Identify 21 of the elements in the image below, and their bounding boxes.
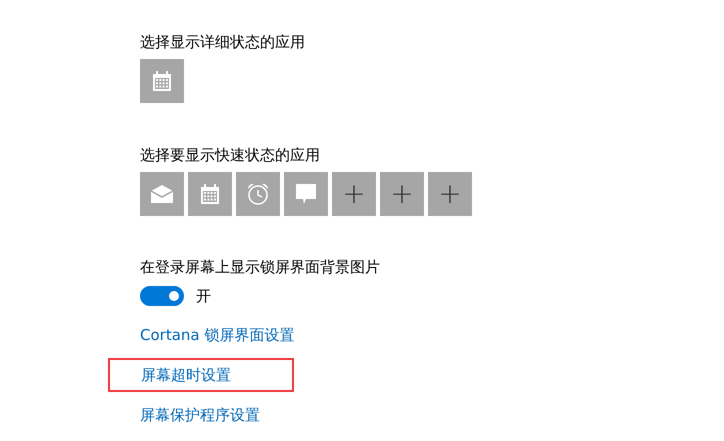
envelope-icon [150, 184, 174, 204]
app-tile[interactable] [140, 59, 184, 103]
app-tile[interactable] [188, 172, 232, 216]
app-tile[interactable] [140, 172, 184, 216]
add-button[interactable]: + [428, 172, 472, 216]
section-label: 选择显示详细状态的应用 [140, 32, 305, 53]
toggle-state-text: 开 [196, 286, 211, 306]
add-button[interactable]: + [332, 172, 376, 216]
settings-link[interactable]: 屏幕超时设置 [141, 366, 231, 384]
alarm-clock-icon [246, 182, 270, 206]
calendar-icon [199, 183, 221, 205]
add-button[interactable]: + [380, 172, 424, 216]
speech-bubble-icon [294, 182, 318, 206]
calendar-icon [151, 70, 173, 92]
section-label: 选择要显示快速状态的应用 [140, 145, 320, 166]
app-tile[interactable] [236, 172, 280, 216]
settings-link[interactable]: Cortana 锁屏界面设置 [140, 324, 294, 346]
toggle-switch[interactable] [140, 286, 184, 306]
app-tile[interactable] [284, 172, 328, 216]
section-label: 在登录屏幕上显示锁屏界面背景图片 [140, 257, 380, 278]
settings-link[interactable]: 屏幕保护程序设置 [140, 404, 260, 426]
